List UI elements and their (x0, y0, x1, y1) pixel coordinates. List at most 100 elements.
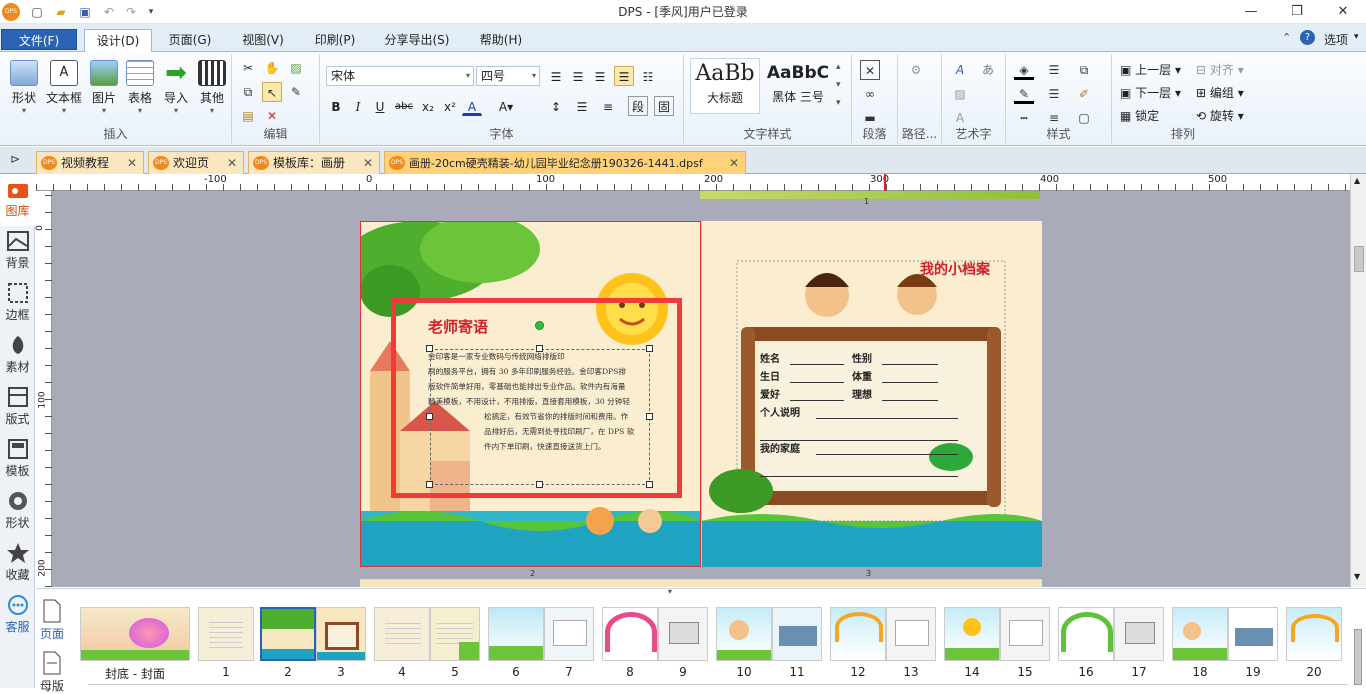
font-name-select[interactable]: 宋体 ▾ (326, 66, 474, 86)
help-icon[interactable]: ? (1300, 30, 1315, 45)
close-tab-icon[interactable]: ✕ (227, 152, 237, 174)
other-button[interactable]: 其他 ▾ (194, 60, 230, 120)
line-style-icon[interactable]: ☰ (1044, 60, 1064, 80)
tab-help[interactable]: 帮助(H) (470, 29, 532, 51)
format-painter-icon[interactable]: ⧉ (1074, 60, 1094, 80)
link-icon[interactable]: ∞ (860, 84, 880, 104)
paste-icon[interactable]: ▤ (238, 106, 258, 126)
design-canvas[interactable]: 1 老师寄语 金印客是一家专业数码与传统网络排版印 刷的服务平台，拥有 30 多… (52, 191, 1350, 587)
thumbnail-page[interactable] (544, 607, 594, 661)
font-size-select[interactable]: 四号 ▾ (476, 66, 540, 86)
thumbnail-scroll-handle[interactable] (1354, 629, 1362, 685)
tab-design[interactable]: 设计(D) (84, 29, 152, 52)
import-button[interactable]: ➡ 导入 ▾ (158, 60, 194, 120)
doc-tab-template-library[interactable]: DPS 模板库：画册 ✕ (248, 151, 380, 174)
thumbnail-page[interactable] (602, 607, 658, 661)
list-icon[interactable]: ≡ (598, 96, 618, 116)
close-button[interactable]: ✕ (1320, 0, 1366, 24)
align-left-icon[interactable]: ☰ (546, 66, 566, 86)
sidebar-item-customer-service[interactable]: 客服 (0, 590, 35, 642)
panel-toggle-icon[interactable]: ⊳ (10, 152, 20, 166)
sidebar-item-shape[interactable]: 形状 (0, 486, 35, 538)
thumbnail-page[interactable] (316, 607, 366, 661)
thumbnail-page[interactable] (944, 607, 1000, 661)
underline-icon[interactable]: U (370, 96, 390, 116)
sidebar-item-favorites[interactable]: 收藏 (0, 538, 35, 590)
thumbnail-page[interactable] (430, 607, 480, 661)
text-box-fit-icon[interactable]: 固 (654, 96, 674, 116)
select-pointer-icon[interactable]: ↖ (262, 82, 282, 102)
brush-icon[interactable]: ✐ (1074, 84, 1094, 104)
line-dash-icon[interactable]: ☰ (1044, 84, 1064, 104)
thumbnail-page[interactable] (1172, 607, 1228, 661)
font-size-up-icon[interactable]: A▾ (496, 96, 516, 116)
fill-color-icon[interactable]: ◈ (1014, 60, 1034, 80)
thumbnail-page[interactable] (1058, 607, 1114, 661)
textbox-button[interactable]: A 文本框 ▾ (44, 60, 84, 120)
expand-arrow-icon[interactable]: ▾ (668, 587, 672, 596)
profile-form[interactable]: 姓名 性别 生日 体重 爱好 理想 个人说明 我的家庭 (760, 351, 966, 477)
bold-icon[interactable]: B (326, 96, 346, 116)
maximize-button[interactable]: ❐ (1274, 0, 1320, 24)
thumbnail-cover[interactable] (80, 607, 190, 661)
sidebar-item-border[interactable]: 边框 (0, 278, 35, 330)
thumbnail-page[interactable] (658, 607, 708, 661)
thumbnail-page[interactable] (716, 607, 772, 661)
line-spacing-icon[interactable]: ↕ (546, 96, 566, 116)
sidebar-item-layout[interactable]: 版式 (0, 382, 35, 434)
delete-icon[interactable]: ✕ (262, 106, 282, 126)
art-text-effect-icon[interactable]: あ (978, 60, 998, 80)
distribute-icon[interactable]: ☷ (638, 66, 658, 86)
send-backward-button[interactable]: ▣ 下一层 ▾ (1120, 83, 1181, 103)
group-button[interactable]: ⊞ 编组 ▾ (1196, 83, 1244, 103)
shape-button[interactable]: 形状 ▾ (6, 60, 42, 120)
thumbnail-page[interactable] (1286, 607, 1342, 661)
vertical-scrollbar[interactable]: ▲ ▼ (1350, 174, 1366, 587)
thumbnail-page[interactable] (374, 607, 430, 661)
close-tab-icon[interactable]: ✕ (127, 152, 137, 174)
close-tab-icon[interactable]: ✕ (729, 152, 739, 174)
sidebar-item-background[interactable]: 背景 (0, 226, 35, 278)
align-button[interactable]: ⊟ 对齐 ▾ (1196, 60, 1244, 80)
path-gear-icon[interactable]: ⚙ (906, 60, 926, 80)
thumbnail-page[interactable] (772, 607, 822, 661)
scroll-down-icon[interactable]: ▼ (1354, 572, 1360, 581)
thumbnail-hscroll[interactable] (88, 684, 1348, 689)
doc-tab-welcome[interactable]: DPS 欢迎页 ✕ (148, 151, 244, 174)
magic-wand-icon[interactable]: ✎ (286, 82, 306, 102)
art-text-a-icon[interactable]: A (950, 60, 970, 80)
font-color-icon[interactable]: A (462, 96, 482, 116)
picture-tool-icon[interactable]: ▨ (286, 58, 306, 78)
thumbnail-page[interactable] (1114, 607, 1164, 661)
superscript-icon[interactable]: x² (440, 96, 460, 116)
tab-view[interactable]: 视图(V) (232, 29, 294, 51)
doc-tab-video-tutorial[interactable]: DPS 视频教程 ✕ (36, 151, 144, 174)
style-scroll-icon[interactable]: ▴ ▾ ▾ (836, 58, 841, 112)
cut-icon[interactable]: ✂ (238, 58, 258, 78)
tab-page[interactable]: 页面(G) (160, 29, 220, 51)
thumb-tab-master[interactable]: 母版 (36, 651, 68, 693)
sidebar-item-material[interactable]: 素材 (0, 330, 35, 382)
tab-file[interactable]: 文件(F) (1, 29, 77, 50)
align-center-icon[interactable]: ☰ (568, 66, 588, 86)
options-dropdown-icon[interactable]: ▾ (1354, 32, 1359, 42)
options-button[interactable]: 选项 (1324, 31, 1348, 48)
tab-share-export[interactable]: 分享导出(S) (374, 29, 460, 51)
profile-title[interactable]: 我的小档案 (920, 259, 990, 279)
thumbnail-page[interactable] (886, 607, 936, 661)
thumb-tab-pages[interactable]: 页面 (36, 597, 68, 647)
hand-tool-icon[interactable]: ✋ (262, 58, 282, 78)
paragraph-spacing-icon[interactable]: ☰ (572, 96, 592, 116)
rotate-button[interactable]: ⟲ 旋转 ▾ (1196, 106, 1244, 126)
art-text-shadow-icon[interactable]: ▨ (950, 84, 970, 104)
style-preset-title[interactable]: AaBb 大标题 (690, 58, 760, 114)
lock-button[interactable]: ▦ 锁定 (1120, 106, 1159, 126)
minimize-button[interactable]: — (1228, 0, 1274, 24)
line-color-icon[interactable]: ✎ (1014, 84, 1034, 104)
italic-icon[interactable]: I (348, 96, 368, 116)
paragraph-format-icon[interactable]: ✕ (860, 60, 880, 80)
table-button[interactable]: 表格 ▾ (122, 60, 158, 120)
paragraph-mark-icon[interactable]: 段 (628, 96, 648, 116)
tab-print[interactable]: 印刷(P) (304, 29, 366, 51)
style-preset-heiti[interactable]: AaBbC 黑体 三号 (762, 58, 834, 114)
